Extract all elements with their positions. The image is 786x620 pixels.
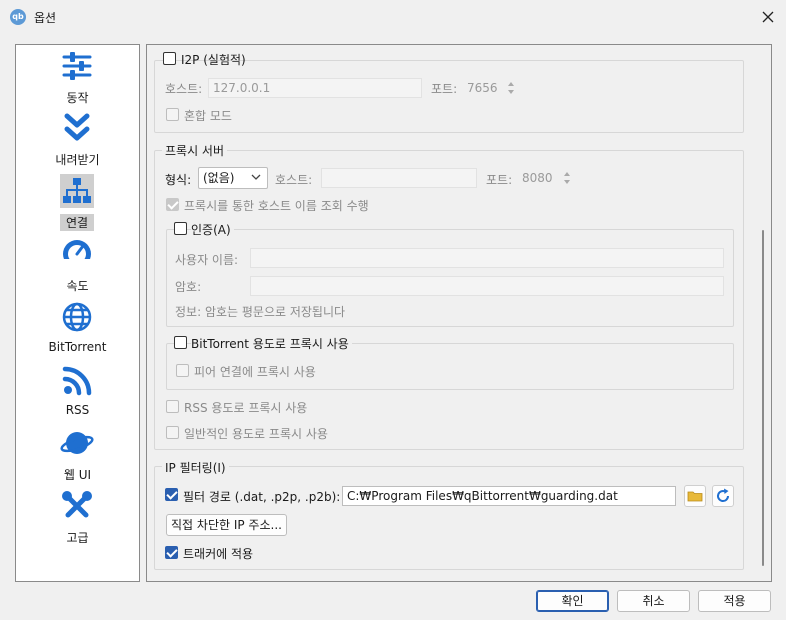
chevron-down-icon	[251, 174, 261, 180]
proxy-port-spin-arrows[interactable]	[561, 168, 573, 188]
folder-icon	[687, 491, 703, 502]
general-proxy-label: 일반적인 용도로 프록시 사용	[184, 427, 328, 441]
browse-folder-button[interactable]	[684, 485, 706, 507]
proxy-group-title: 프록시 서버	[162, 142, 228, 159]
i2p-host-field[interactable]: 127.0.0.1	[208, 78, 422, 98]
bittorrent-proxy-checkbox[interactable]	[174, 336, 187, 349]
refresh-icon	[717, 488, 730, 502]
proxy-host-field[interactable]	[321, 168, 477, 188]
rss-proxy-label: RSS 용도로 프록시 사용	[184, 401, 308, 415]
peer-proxy-checkbox[interactable]	[176, 364, 189, 377]
rss-proxy-checkbox[interactable]	[166, 400, 179, 413]
sidebar-item-label: BitTorrent	[48, 340, 107, 354]
apply-to-trackers-label: 트래커에 적용	[183, 547, 254, 561]
close-button[interactable]	[756, 5, 780, 29]
sidebar-item-label: 동작	[66, 91, 89, 105]
proxy-host-label: 호스트:	[275, 173, 313, 187]
sliders-icon	[62, 52, 92, 80]
globe-icon	[62, 302, 92, 332]
sidebar-item-label: 속도	[66, 279, 89, 293]
ip-filter-path-field[interactable]: C:₩Program Files₩qBittorrent₩guarding.da…	[342, 486, 676, 506]
ip-filter-group-title: IP 필터링(I)	[162, 459, 229, 476]
planet-icon	[60, 432, 94, 454]
hostname-lookup-label: 프록시를 통한 호스트 이름 조회 수행	[184, 199, 369, 213]
proxy-type-label: 형식:	[165, 173, 192, 187]
close-icon	[762, 11, 774, 23]
i2p-host-label: 호스트:	[165, 82, 203, 96]
sidebar-item-downloads[interactable]: 내려받기	[16, 109, 139, 171]
network-icon	[60, 174, 94, 208]
sidebar-item-advanced[interactable]: 고급	[16, 487, 139, 549]
manually-banned-ips-button[interactable]: 직접 차단한 IP 주소...	[166, 514, 287, 536]
sidebar-item-label: 연결	[60, 214, 94, 231]
auth-label: 인증(A)	[191, 221, 234, 238]
reload-filter-button[interactable]	[712, 485, 734, 507]
app-icon: qb	[10, 9, 26, 25]
username-label: 사용자 이름:	[175, 253, 239, 267]
bittorrent-proxy-label: BitTorrent 용도로 프록시 사용	[191, 335, 352, 352]
sidebar-item-rss[interactable]: RSS	[16, 361, 139, 423]
sidebar: 동작 내려받기 연결 속도 BitTorrent RSS 웹 UI 고급	[15, 44, 140, 582]
rss-icon	[62, 366, 92, 396]
i2p-port-label: 포트:	[431, 82, 458, 96]
sidebar-item-label: 웹 UI	[63, 468, 92, 482]
sidebar-item-behavior[interactable]: 동작	[16, 47, 139, 109]
title-bar: qb 옵션	[0, 0, 786, 34]
cancel-button[interactable]: 취소	[617, 590, 690, 612]
sidebar-item-label: 내려받기	[55, 153, 100, 167]
sidebar-item-speed[interactable]: 속도	[16, 235, 139, 297]
i2p-label: I2P (실험적)	[181, 53, 246, 67]
tools-icon	[62, 491, 92, 518]
window-title: 옵션	[34, 11, 57, 25]
chevrons-down-icon	[64, 113, 90, 141]
ip-filter-checkbox[interactable]	[165, 488, 178, 501]
general-proxy-checkbox[interactable]	[166, 426, 179, 439]
sidebar-item-label: 고급	[66, 531, 89, 545]
apply-button[interactable]: 적용	[698, 590, 771, 612]
proxy-port-label: 포트:	[486, 173, 513, 187]
mixed-mode-checkbox[interactable]	[166, 108, 179, 121]
username-field[interactable]	[250, 248, 724, 268]
password-label: 암호:	[175, 280, 202, 294]
sidebar-item-webui[interactable]: 웹 UI	[16, 424, 139, 486]
i2p-checkbox[interactable]	[163, 52, 176, 65]
mixed-mode-label: 혼합 모드	[184, 109, 232, 123]
apply-to-trackers-checkbox[interactable]	[165, 546, 178, 559]
ok-button[interactable]: 확인	[536, 590, 609, 612]
speedometer-icon	[63, 240, 91, 269]
sidebar-item-bittorrent[interactable]: BitTorrent	[16, 298, 139, 360]
i2p-port-spin-arrows[interactable]	[505, 78, 517, 98]
peer-proxy-label: 피어 연결에 프록시 사용	[194, 365, 316, 379]
password-field[interactable]	[250, 276, 724, 296]
auth-info-text: 정보: 암호는 평문으로 저장됩니다	[175, 305, 346, 319]
ip-filter-path-label: 필터 경로 (.dat, .p2p, .p2b):	[183, 490, 341, 504]
hostname-lookup-checkbox[interactable]	[166, 198, 179, 211]
auth-checkbox[interactable]	[174, 222, 187, 235]
proxy-type-select[interactable]: (없음)	[198, 167, 268, 189]
content-scrollbar[interactable]	[762, 230, 764, 566]
proxy-type-value: (없음)	[203, 171, 235, 185]
sidebar-item-connection[interactable]: 연결	[16, 172, 139, 234]
sidebar-item-label: RSS	[65, 403, 90, 417]
